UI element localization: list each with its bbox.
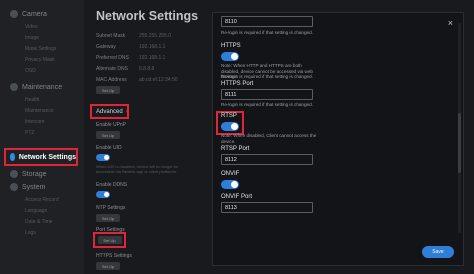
enable-ddns-label: Enable DDNS (96, 182, 128, 188)
field-label-gateway: Gateway (96, 44, 116, 50)
storage-icon (10, 170, 18, 178)
sidebar-subitem-ptz[interactable]: PTZ (25, 130, 34, 136)
ntp-settings-label: NTP Settings (96, 205, 126, 211)
sidebar-subitem-image[interactable]: Image (25, 35, 39, 41)
sidebar-subitem-osd[interactable]: OSD (25, 68, 36, 74)
sidebar-item-label: System (22, 183, 46, 191)
https-settings-label: HTTPS Settings (96, 253, 132, 259)
upnp-setup-button[interactable]: Set Up (96, 131, 120, 139)
dialog-scrollbar[interactable] (458, 23, 461, 233)
main-content: Network Settings Subnet Mask 255.255.255… (84, 0, 212, 274)
https-label: HTTPS (221, 43, 241, 49)
field-value-mac-address: ab:cd:ef:12:34:56 (139, 77, 178, 83)
dialog-scroll-area: 8110 Re-login is required if that settin… (213, 13, 459, 267)
camera-icon (10, 10, 18, 18)
rtsp-label: RTSP (221, 113, 237, 119)
sidebar-subitem-date-time[interactable]: Date & Time (25, 219, 53, 225)
sidebar-subitem-language[interactable]: Language (25, 208, 47, 214)
ddns-toggle[interactable] (96, 191, 110, 198)
scrollbar-thumb[interactable] (458, 113, 461, 173)
toggle-knob (231, 181, 238, 188)
uid-hint: When UID is disabled, device will no lon… (96, 164, 179, 174)
https-port-label: HTTPS Port (221, 81, 254, 87)
sidebar-subitem-maintenance[interactable]: Maintenance (25, 108, 54, 114)
field-label-alternate-dns: Alternate DNS (96, 66, 128, 72)
port-setup-highlight: Set Up (93, 232, 126, 248)
https-port-input[interactable]: 8111 (221, 89, 313, 100)
field-value-subnet-mask: 255.255.255.0 (139, 33, 171, 39)
onvif-port-input[interactable]: 8113 (221, 202, 313, 213)
network-icon (10, 153, 15, 161)
sidebar-item-camera[interactable]: Camera (10, 10, 47, 18)
rtsp-port-label: RTSP Port (221, 146, 250, 152)
enable-upnp-label: Enable UPnP (96, 122, 127, 128)
sidebar-subitem-access-record[interactable]: Access Record (25, 197, 59, 203)
advanced-toggle[interactable]: Advanced ▾ (90, 104, 129, 119)
wrench-icon (10, 83, 18, 91)
port-settings-dialog: × 8110 Re-login is required if that sett… (212, 12, 464, 266)
https-toggle[interactable] (221, 52, 239, 61)
sidebar-subitem-health[interactable]: Health (25, 97, 39, 103)
field-label-subnet-mask: Subnet Mask (96, 33, 126, 39)
https-port-relogin-note: Re-login is required if that setting is … (221, 102, 313, 107)
sidebar-item-storage[interactable]: Storage (10, 170, 47, 178)
port-setup-button[interactable]: Set Up (97, 236, 122, 244)
sidebar-subitem-mask-settings[interactable]: Mask Settings (25, 46, 56, 52)
sidebar: Camera Video Image Mask Settings Privacy… (0, 0, 84, 274)
field-label-mac-address: MAC Address (96, 77, 127, 83)
setup-button[interactable]: Set Up (96, 86, 120, 94)
onvif-toggle[interactable] (221, 180, 239, 189)
sidebar-subitem-intercom[interactable]: Intercom (25, 119, 44, 125)
sidebar-item-system[interactable]: System (10, 183, 45, 191)
sidebar-item-maintenance[interactable]: Maintenance (10, 83, 62, 91)
sidebar-item-label: Network Settings (18, 153, 76, 161)
enable-uid-label: Enable UID (96, 145, 122, 151)
https-relogin-note: Re-login is required if that setting is … (221, 74, 313, 79)
sidebar-item-network-settings[interactable]: Network Settings (4, 148, 78, 166)
advanced-label: Advanced (96, 108, 123, 115)
uid-toggle[interactable] (96, 154, 110, 161)
sidebar-subitem-video[interactable]: Video (25, 24, 38, 30)
chevron-down-icon: ▾ (125, 108, 129, 115)
save-button[interactable]: Save (422, 246, 454, 258)
toggle-knob (231, 53, 238, 60)
gear-icon (10, 183, 18, 191)
onvif-label: ONVIF (221, 171, 240, 177)
rtsp-note: Note: When disabled, Client cannot acces… (221, 133, 317, 144)
rtsp-port-input[interactable]: 8112 (221, 154, 313, 165)
onvif-port-label: ONVIF Port (221, 194, 253, 200)
field-value-preferred-dns: 192.168.1.1 (139, 55, 166, 61)
ntp-setup-button[interactable]: Set Up (96, 214, 120, 222)
field-label-preferred-dns: Preferred DNS (96, 55, 129, 61)
relogin-note: Re-login is required if that setting is … (221, 30, 313, 35)
https-setup-button[interactable]: Set Up (96, 262, 120, 270)
sidebar-item-label: Storage (22, 170, 47, 178)
sidebar-subitem-privacy-mask[interactable]: Privacy Mask (25, 57, 55, 63)
sidebar-item-label: Camera (22, 10, 47, 18)
sidebar-subitem-logs[interactable]: Logs (25, 230, 36, 236)
toggle-knob (231, 123, 238, 130)
field-value-alternate-dns: 8.8.8.8 (139, 66, 155, 72)
sidebar-item-label: Maintenance (22, 83, 63, 91)
top-port-input[interactable]: 8110 (221, 16, 313, 27)
field-value-gateway: 192.168.1.1 (139, 44, 166, 50)
rtsp-toggle[interactable] (221, 122, 239, 131)
page-title: Network Settings (96, 9, 199, 23)
